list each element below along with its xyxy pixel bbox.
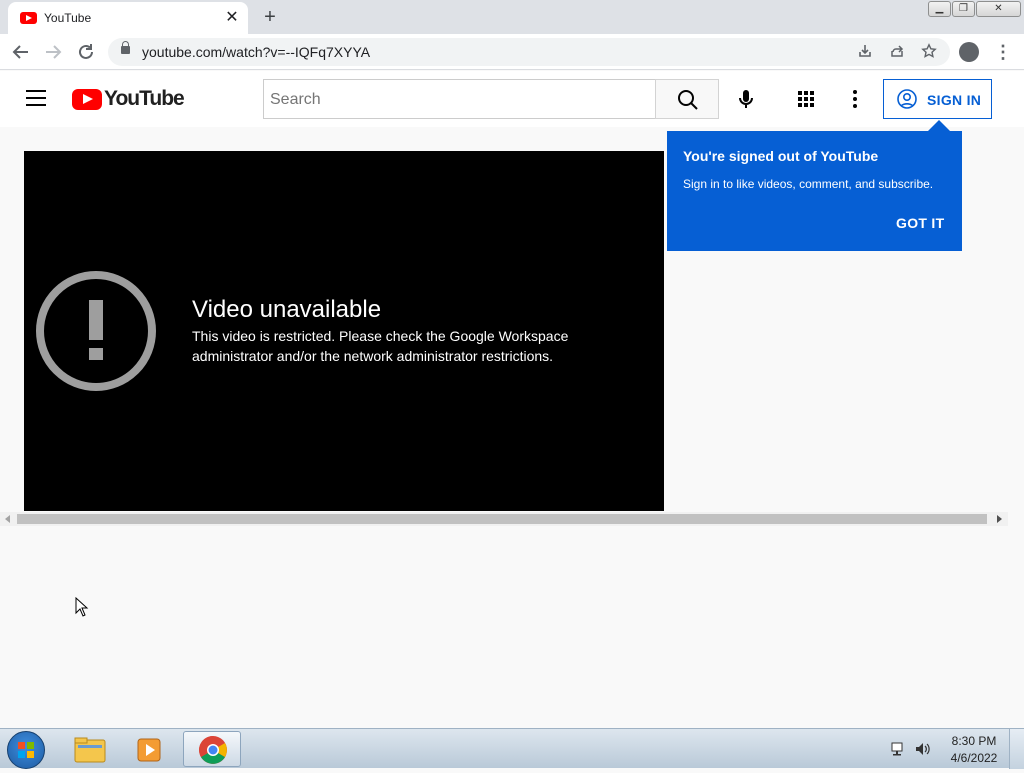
search-icon: [678, 90, 698, 110]
error-title: Video unavailable: [192, 296, 382, 323]
horizontal-scrollbar[interactable]: [0, 512, 1008, 526]
scroll-right-icon[interactable]: [997, 515, 1002, 523]
forward-button[interactable]: [40, 39, 66, 65]
scroll-left-icon[interactable]: [5, 515, 10, 523]
windows-start-icon[interactable]: [7, 731, 45, 769]
bookmark-star-icon[interactable]: [920, 43, 938, 61]
microphone-icon: [739, 90, 753, 108]
forward-arrow-icon: [46, 45, 62, 59]
popup-title: You're signed out of YouTube: [683, 148, 879, 164]
minimize-button[interactable]: ▁: [928, 1, 951, 17]
more-vertical-icon: [853, 90, 857, 108]
show-desktop-button[interactable]: [1009, 729, 1024, 769]
clock-time[interactable]: 8:30 PM: [946, 734, 1002, 748]
windows-taskbar: 8:30 PM 4/6/2022: [0, 728, 1024, 769]
popup-body: Sign in to like videos, comment, and sub…: [683, 177, 934, 191]
sign-in-label: SIGN IN: [927, 92, 982, 108]
search-input[interactable]: [270, 89, 640, 111]
youtube-masthead: YouTube SIGN IN: [0, 71, 1024, 127]
browser-tab-youtube[interactable]: YouTube ✕: [8, 2, 248, 34]
file-explorer-taskbar-icon[interactable]: [62, 731, 120, 767]
youtube-favicon-icon: [20, 12, 37, 24]
browser-toolbar: youtube.com/watch?v=--IQFq7XYYA ⋮: [0, 34, 1024, 70]
reload-icon: [79, 44, 93, 59]
share-icon[interactable]: [888, 43, 906, 61]
signed-out-popup: You're signed out of YouTube Sign in to …: [667, 131, 962, 251]
lock-icon: [121, 41, 130, 54]
browser-tab-strip: YouTube ✕ + ▁ ❐ ✕: [0, 0, 1024, 34]
clock-date[interactable]: 4/6/2022: [946, 751, 1002, 765]
back-button[interactable]: [8, 39, 34, 65]
browser-menu-icon[interactable]: ⋮: [994, 40, 1012, 64]
settings-more-button[interactable]: [845, 88, 865, 110]
url-text[interactable]: youtube.com/watch?v=--IQFq7XYYA: [142, 44, 370, 60]
tab-close-icon[interactable]: ✕: [222, 8, 242, 28]
voice-search-button[interactable]: [732, 85, 760, 113]
error-message: This video is restricted. Please check t…: [192, 328, 569, 364]
youtube-logo-icon[interactable]: [72, 89, 102, 110]
network-icon[interactable]: [890, 741, 908, 757]
youtube-apps-button[interactable]: [795, 88, 817, 110]
volume-icon[interactable]: [914, 741, 932, 757]
profile-avatar-icon[interactable]: [959, 42, 979, 62]
address-bar[interactable]: youtube.com/watch?v=--IQFq7XYYA: [108, 38, 950, 66]
tab-title: YouTube: [44, 11, 92, 25]
media-player-taskbar-icon[interactable]: [122, 731, 180, 767]
reload-button[interactable]: [73, 39, 99, 65]
exclamation-circle-icon: [36, 271, 156, 391]
install-app-icon[interactable]: [856, 43, 874, 61]
apps-grid-icon: [798, 91, 814, 107]
restore-button[interactable]: ❐: [952, 1, 975, 17]
got-it-button[interactable]: GOT IT: [896, 215, 944, 231]
scrollbar-thumb[interactable]: [17, 514, 987, 524]
account-circle-icon: [897, 89, 917, 109]
video-player[interactable]: Video unavailable This video is restrict…: [24, 151, 664, 511]
back-arrow-icon: [12, 45, 28, 59]
guide-menu-icon[interactable]: [26, 90, 46, 106]
chrome-taskbar-icon[interactable]: [183, 731, 241, 767]
window-close-button[interactable]: ✕: [976, 1, 1021, 17]
search-box[interactable]: [263, 79, 656, 119]
new-tab-button[interactable]: +: [258, 6, 282, 30]
search-button[interactable]: [655, 79, 719, 119]
sign-in-button[interactable]: SIGN IN: [883, 79, 992, 119]
mouse-cursor-icon: [75, 597, 89, 617]
youtube-logo-text[interactable]: YouTube: [104, 87, 185, 111]
popup-arrow: [928, 120, 950, 131]
